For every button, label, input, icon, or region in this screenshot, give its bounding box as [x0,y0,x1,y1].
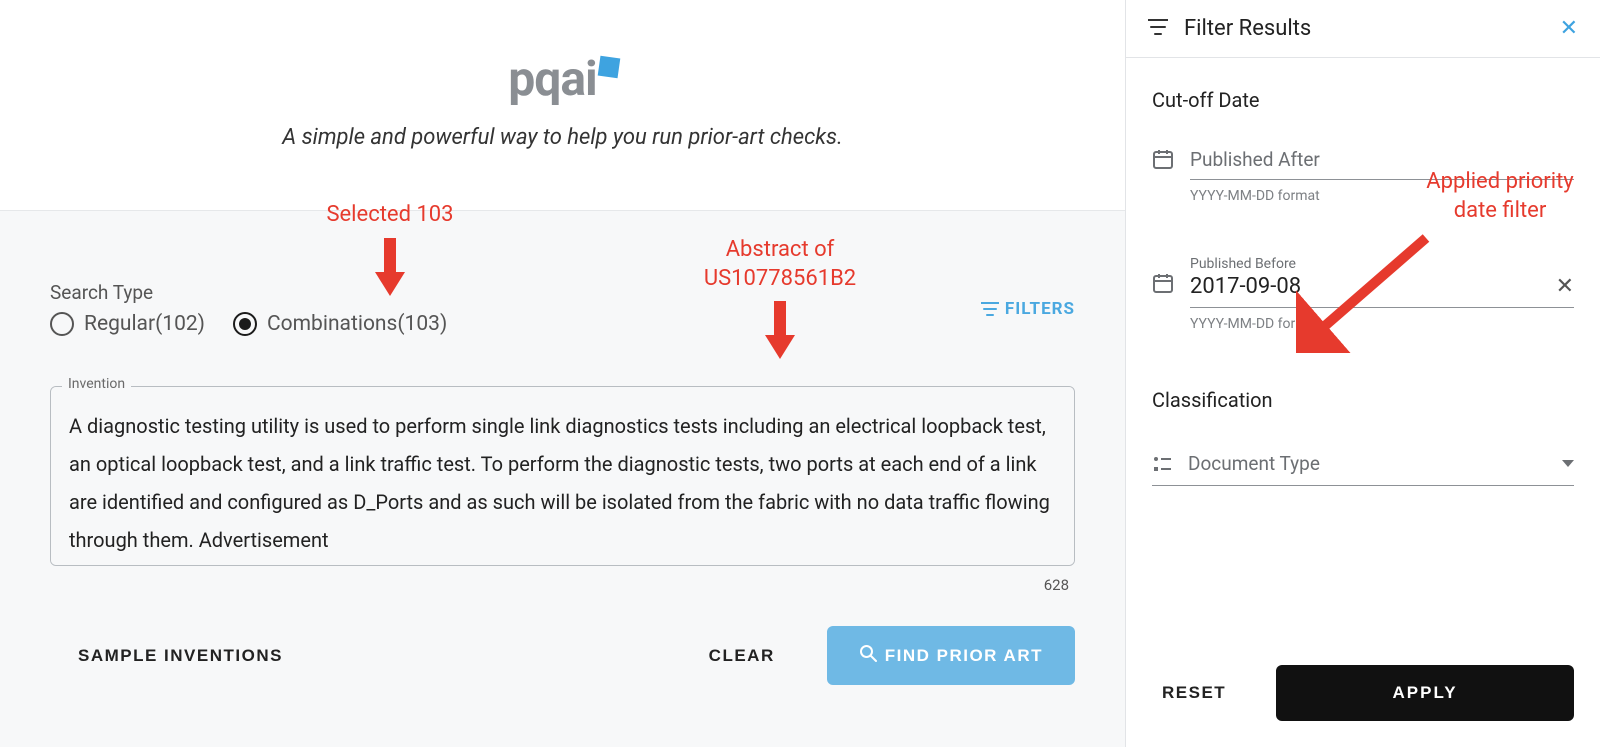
close-icon[interactable]: ✕ [1560,16,1578,41]
chevron-down-icon [1562,460,1574,467]
published-before-small-label: Published Before [1190,256,1574,272]
apply-button[interactable]: APPLY [1276,665,1574,721]
filter-icon [981,302,999,316]
brand-logo: pqai [508,50,616,107]
radio-circle-icon [50,312,74,336]
calendar-icon [1152,148,1174,170]
filter-icon [1148,19,1168,39]
search-type-block: Search Type Regular(102) Combinations(10… [50,281,447,336]
right-button-group: CLEAR FIND PRIOR ART [681,626,1075,685]
published-after-hint: YYYY-MM-DD format [1190,188,1574,204]
reset-button[interactable]: RESET [1152,669,1236,717]
published-before-field[interactable]: Published Before 2017-09-08 ✕ YYYY-MM-DD… [1152,254,1574,368]
invention-field-label: Invention [62,376,131,392]
sample-inventions-button[interactable]: SAMPLE INVENTIONS [50,630,311,682]
main-area: pqai A simple and powerful way to help y… [0,0,1125,747]
document-type-icon [1152,454,1172,474]
action-row: SAMPLE INVENTIONS CLEAR FIND PRIOR ART [50,626,1075,685]
radio-combinations[interactable]: Combinations(103) [233,312,447,336]
published-after-label: Published After [1190,146,1574,180]
radio-regular-label: Regular(102) [84,312,205,336]
invention-textarea[interactable] [50,386,1075,566]
hero-section: pqai A simple and powerful way to help y… [0,0,1125,210]
invention-field-wrap: Invention [50,386,1075,570]
radio-combinations-label: Combinations(103) [267,312,447,336]
filter-panel: Filter Results ✕ Cut-off Date Published … [1125,0,1600,747]
search-form-area: Search Type Regular(102) Combinations(10… [0,210,1125,747]
clear-date-icon[interactable]: ✕ [1556,274,1574,299]
published-after-field[interactable]: Published After YYYY-MM-DD format [1152,146,1574,240]
cutoff-date-heading: Cut-off Date [1152,88,1574,112]
radio-circle-icon [233,312,257,336]
brand-accent-square [597,56,620,79]
filters-toggle[interactable]: FILTERS [981,299,1075,319]
char-count: 628 [50,576,1075,594]
filter-panel-body: Cut-off Date Published After YYYY-MM-DD … [1126,58,1600,647]
search-type-radio-group: Regular(102) Combinations(103) [50,312,447,336]
filter-panel-title: Filter Results [1184,16,1544,41]
filter-panel-header: Filter Results ✕ [1126,0,1600,58]
document-type-select[interactable]: Document Type [1152,452,1574,486]
published-before-value: 2017-09-08 [1190,274,1301,299]
published-before-hint: YYYY-MM-DD format [1190,316,1574,332]
tagline-text: A simple and powerful way to help you ru… [0,125,1125,150]
document-type-label: Document Type [1188,452,1546,475]
radio-regular[interactable]: Regular(102) [50,312,205,336]
search-type-label: Search Type [50,281,447,304]
find-button-label: FIND PRIOR ART [885,646,1043,666]
brand-name: pqai [508,50,596,107]
search-icon [859,644,877,667]
search-top-row: Search Type Regular(102) Combinations(10… [50,281,1075,336]
find-prior-art-button[interactable]: FIND PRIOR ART [827,626,1075,685]
filters-link-label: FILTERS [1005,299,1075,319]
classification-heading: Classification [1152,388,1574,412]
filter-panel-footer: RESET APPLY [1126,647,1600,747]
clear-button[interactable]: CLEAR [681,630,803,682]
calendar-icon [1152,272,1174,294]
